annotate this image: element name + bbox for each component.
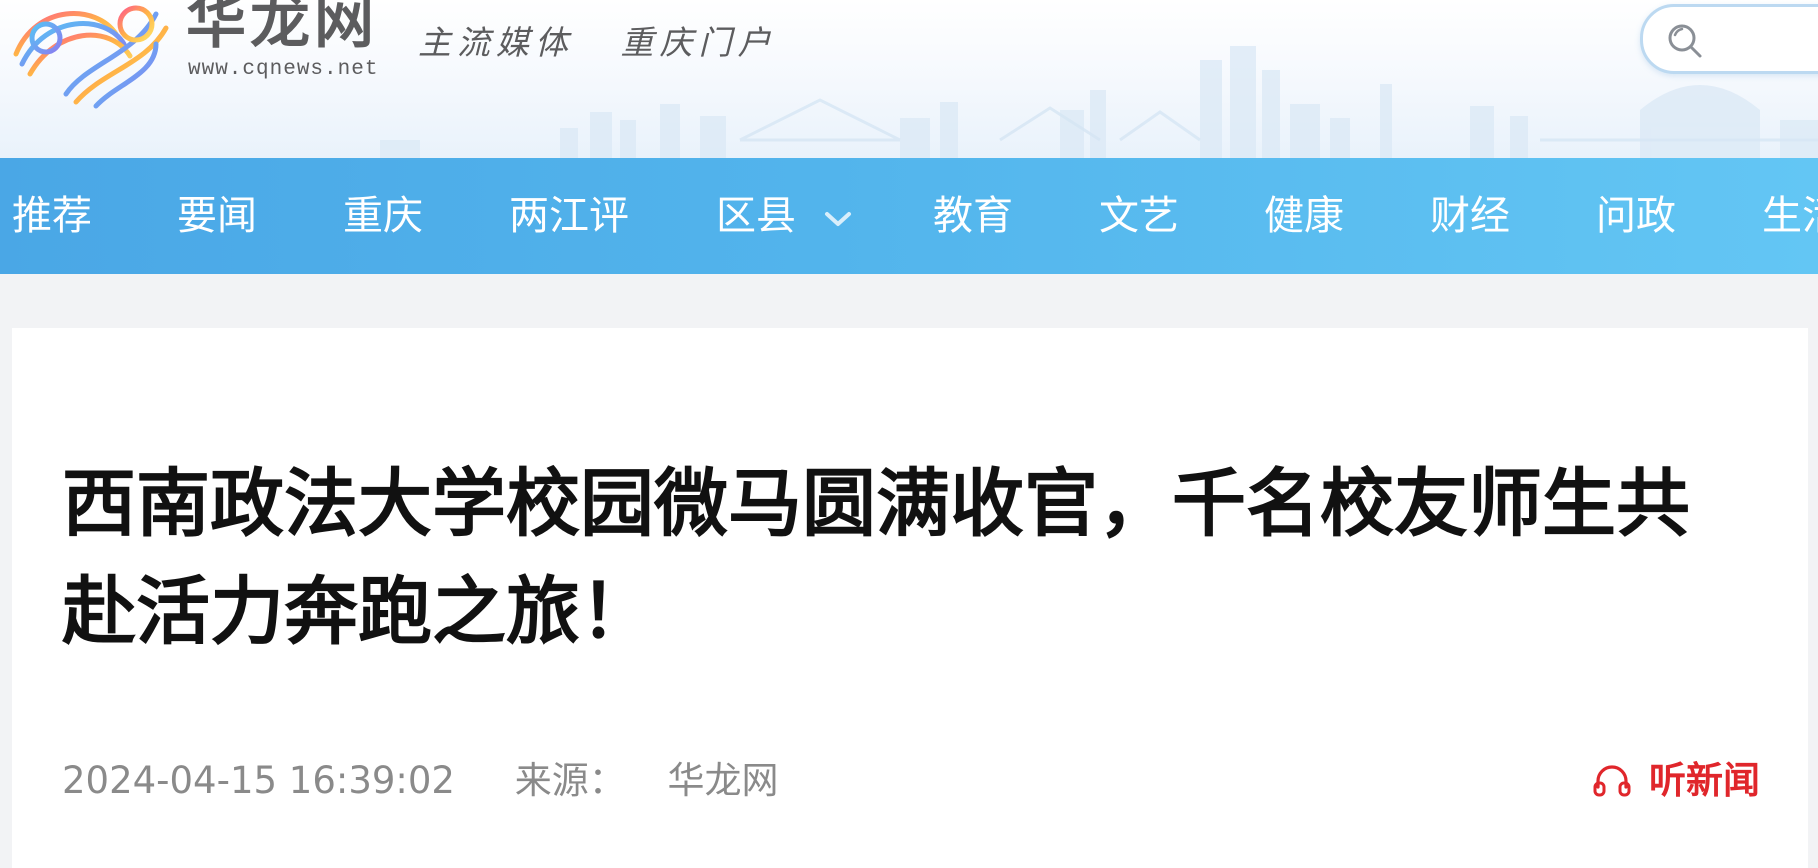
headphone-icon [1593,765,1631,797]
nav-item-liangjiangping[interactable]: 两江评 [509,158,629,274]
main-nav: 推荐 要闻 重庆 两江评 区县 教育 文艺 健康 财经 问政 生活 [0,158,1818,274]
nav-item-label: 区县 [716,193,796,239]
search-box[interactable] [1640,4,1818,74]
article-title: 西南政法大学校园微马圆满收官，千名校友师生共赴活力奔跑之旅！ [62,461,1690,655]
nav-item-label: 推荐 [12,193,92,239]
nav-item-quxian[interactable]: 区县 [716,158,853,274]
article-source-label: 来源： [514,759,626,802]
nav-item-label: 教育 [933,193,1013,239]
article-meta: 2024-04-15 16:39:02 来源： 华龙网 [62,756,779,806]
nav-item-label: 财经 [1430,193,1510,239]
slogan-part-2: 重庆门户 [620,23,777,62]
nav-item-label: 要闻 [177,193,257,239]
nav-item-chongqing[interactable]: 重庆 [343,158,423,274]
nav-item-wenyi[interactable]: 文艺 [1099,158,1179,274]
nav-item-label: 文艺 [1099,193,1179,239]
nav-item-label: 生活 [1762,193,1818,239]
search-icon[interactable] [1665,21,1705,61]
nav-item-jiankang[interactable]: 健康 [1264,158,1344,274]
listen-news-label: 听新闻 [1649,759,1760,802]
nav-item-wenzheng[interactable]: 问政 [1596,158,1676,274]
nav-item-label: 两江评 [509,193,629,239]
site-header: 华龙网 www.cqnews.net 主流媒体 重庆门户 [0,0,1818,158]
site-slogan: 主流媒体 重庆门户 [418,16,807,64]
chevron-down-icon[interactable] [823,209,853,229]
nav-item-yaowen[interactable]: 要闻 [177,158,257,274]
nav-item-shenghuo[interactable]: 生活 [1762,158,1818,274]
article-source-value: 华龙网 [667,759,779,802]
nav-item-label: 问政 [1596,193,1676,239]
slogan-part-1: 主流媒体 [418,23,574,62]
article-datetime: 2024-04-15 16:39:02 [62,759,455,802]
nav-item-tuijian[interactable]: 推荐 [12,158,92,274]
site-url: www.cqnews.net [188,58,379,81]
article-card: 西南政法大学校园微马圆满收官，千名校友师生共赴活力奔跑之旅！ 2024-04-1… [12,328,1808,868]
nav-item-label: 健康 [1264,193,1344,239]
nav-item-jiaoyu[interactable]: 教育 [933,158,1013,274]
listen-news-button[interactable]: 听新闻 [1593,756,1760,806]
hualong-logo-icon[interactable] [6,0,174,112]
nav-item-caijing[interactable]: 财经 [1430,158,1510,274]
nav-item-label: 重庆 [343,193,423,239]
site-logo-text[interactable]: 华龙网 [186,0,378,52]
